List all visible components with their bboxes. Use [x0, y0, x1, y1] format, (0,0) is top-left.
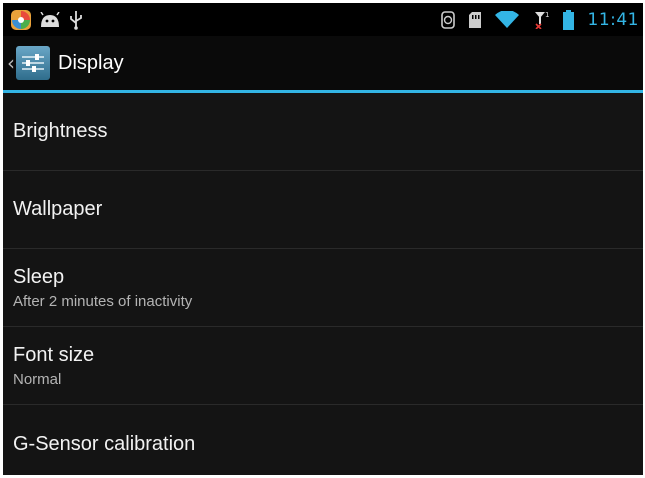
battery-icon: [562, 9, 574, 30]
notification-icons: [11, 9, 83, 30]
sd-card-icon: [468, 11, 481, 28]
setting-label: Font size: [13, 343, 95, 366]
setting-label: G-Sensor calibration: [13, 432, 196, 455]
system-icons: 1 11:41: [440, 9, 640, 30]
action-bar: ‹ Display: [3, 36, 643, 93]
setting-label: Brightness: [13, 120, 108, 142]
wifi-icon: [494, 10, 519, 29]
settings-list: Brightness Wallpaper Sleep After 2 minut…: [3, 93, 643, 475]
svg-text:1: 1: [545, 11, 549, 19]
android-debug-icon: [40, 11, 60, 28]
gallery-app-icon: [11, 9, 31, 30]
setting-label: Sleep: [13, 265, 65, 288]
status-bar: 1 11:41: [3, 3, 643, 36]
back-caret-icon: ‹: [7, 51, 15, 75]
setting-wallpaper[interactable]: Wallpaper: [3, 171, 643, 249]
settings-sliders-icon: [16, 46, 50, 80]
setting-g-sensor-calibration[interactable]: G-Sensor calibration: [3, 405, 643, 475]
clock: 11:41: [587, 9, 639, 30]
nfc-icon: [440, 10, 455, 29]
up-navigation-button[interactable]: ‹: [3, 46, 58, 80]
setting-summary: Normal: [13, 370, 62, 388]
setting-label: Wallpaper: [13, 198, 103, 220]
setting-brightness[interactable]: Brightness: [3, 93, 643, 171]
setting-summary: After 2 minutes of inactivity: [13, 292, 193, 310]
no-signal-icon: 1: [533, 11, 549, 29]
usb-icon: [69, 10, 83, 30]
setting-sleep[interactable]: Sleep After 2 minutes of inactivity: [3, 249, 643, 327]
setting-font-size[interactable]: Font size Normal: [3, 327, 643, 405]
device-screen: 1 11:41 ‹ Display Brightness Wallpaper S…: [3, 3, 643, 475]
page-title: Display: [58, 51, 124, 74]
